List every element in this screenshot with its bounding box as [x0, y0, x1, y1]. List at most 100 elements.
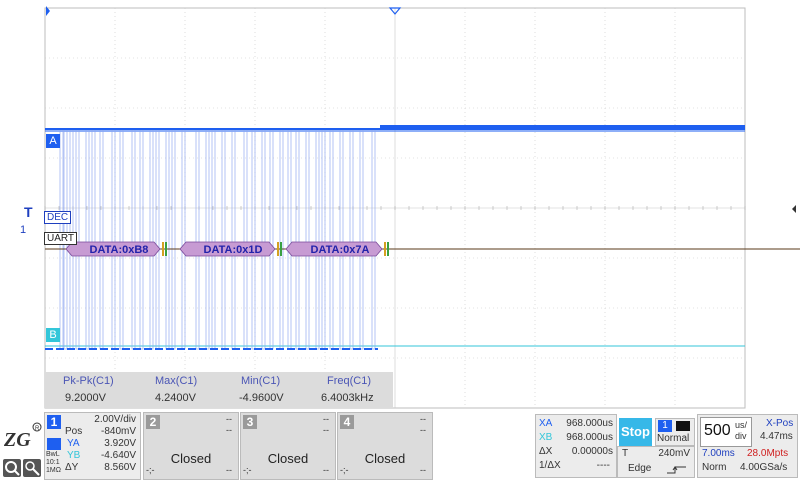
oscilloscope-screen: A B T 1 DEC UART DATA:0xB8 DATA:0x1D DAT…	[0, 0, 800, 480]
cursor-inv-label: 1/ΔX	[539, 460, 561, 471]
channel3-dash: --	[323, 425, 329, 435]
timebase-unit-top: us/	[735, 420, 748, 430]
cursor-dx: 0.00000s	[571, 446, 613, 457]
uart-label: UART	[44, 232, 78, 245]
channel4-panel[interactable]: 4 -- -- Closed -;- --	[337, 412, 433, 480]
channel1-ya-label: YA	[67, 438, 80, 449]
trigger-mode: Normal	[657, 433, 690, 444]
measurement-label-pkpk: Pk-Pk(C1)	[63, 375, 114, 387]
decode-parity-mark	[162, 242, 164, 256]
timebase-box[interactable]: 500 us/ div	[700, 417, 752, 447]
measurement-label-max: Max(C1)	[155, 375, 198, 387]
channel1-coupling-icon	[47, 438, 61, 450]
zlg-logo: ZG R	[2, 418, 42, 454]
trigger-type-label: T	[622, 448, 629, 459]
channel3-dash: -;-	[243, 465, 252, 475]
cursor-xb-label: XB	[539, 432, 553, 443]
svg-text:R: R	[35, 426, 40, 432]
measurement-value-freq: 6.4003kHz	[321, 392, 374, 404]
search-button[interactable]	[23, 459, 41, 477]
channel1-dy-label: ΔY	[65, 462, 79, 473]
cursor-xa: 968.000us	[566, 418, 613, 429]
channel1-ground-marker[interactable]: 1	[20, 224, 26, 236]
cursor-xb: 968.000us	[566, 432, 613, 443]
decode-parity-mark	[277, 242, 279, 256]
channel1-scale: 2.00V/div	[94, 414, 136, 425]
channel2-status: Closed	[170, 451, 212, 466]
run-stop-button[interactable]: Stop	[619, 418, 652, 446]
decode-packet-label: DATA:0xB8	[89, 244, 149, 256]
channel1-ya: 3.920V	[104, 438, 136, 449]
channel1-pos: -840mV	[100, 426, 136, 437]
time-window: 7.00ms	[702, 448, 735, 459]
decode-stop-mark	[387, 242, 389, 256]
channel-a-marker[interactable]: A	[46, 134, 60, 148]
decode-packet-label: DATA:0x7A	[310, 244, 370, 256]
waveform-display[interactable]	[0, 0, 800, 410]
channel2-dash: -;-	[146, 465, 155, 475]
search-wave-icon	[25, 461, 40, 476]
channel1-probe: 10:1	[46, 459, 60, 466]
channel2-panel[interactable]: 2 -- -- Closed -;- --	[143, 412, 239, 480]
timebase-panel[interactable]: 500 us/ div X-Pos 4.47ms 7.00ms 28.0Mpts…	[697, 414, 798, 478]
memory-depth: 28.0Mpts	[747, 448, 789, 459]
trigger-coupling-icon	[676, 421, 690, 431]
zoom-button[interactable]	[3, 459, 21, 477]
dec-label: DEC	[44, 211, 72, 224]
timebase-unit-bottom: div	[735, 431, 747, 441]
channel1-number: 1	[47, 415, 61, 429]
channel2-dash: --	[226, 425, 232, 435]
measurement-bar[interactable]: Pk-Pk(C1) 9.2000V Max(C1) 4.2400V Min(C1…	[45, 372, 393, 408]
logo-mark-icon: ZG R	[3, 422, 42, 451]
measurement-value-min: -4.9600V	[239, 392, 284, 404]
channel4-dash: --	[420, 465, 426, 475]
cursor-dx-label: ΔX	[539, 446, 553, 457]
measurement-value-pkpk: 9.2000V	[65, 392, 106, 404]
channel1-bandwidth: BwL	[46, 451, 60, 458]
measurement-label-freq: Freq(C1)	[327, 375, 372, 387]
trigger-panel[interactable]: T 240mV Edge	[617, 446, 695, 478]
xpos-label: X-Pos	[766, 418, 794, 429]
decode-packet-label: DATA:0x1D	[203, 244, 263, 256]
trigger-level-marker[interactable]: T	[24, 204, 33, 220]
channel3-panel[interactable]: 3 -- -- Closed -;- --	[240, 412, 336, 480]
trigger-source-box[interactable]: 1 Normal	[655, 418, 695, 446]
run-state: Stop	[621, 424, 650, 439]
acquisition-mode: Norm	[702, 462, 727, 473]
decode-stop-mark	[165, 242, 167, 256]
channel1-panel[interactable]: 1 2.00V/div Pos -840mV YA 3.920V YB -4.6…	[44, 412, 141, 480]
trigger-kind: Edge	[628, 463, 652, 474]
channel2-dash: --	[226, 414, 232, 424]
magnifier-icon	[5, 461, 20, 476]
cursor-xa-label: XA	[539, 418, 553, 429]
channel2-number: 2	[146, 415, 160, 429]
measurement-value-max: 4.2400V	[155, 392, 196, 404]
channel-b-marker[interactable]: B	[46, 328, 60, 342]
right-scroll-marker	[792, 205, 796, 213]
timebase-value: 500	[704, 422, 731, 439]
channel3-dash: --	[323, 414, 329, 424]
trigger-source: 1	[658, 420, 672, 432]
channel1-dy: 8.560V	[104, 462, 136, 473]
channel3-number: 3	[243, 415, 257, 429]
channel1-yb-label: YB	[67, 450, 81, 461]
channel3-dash: --	[323, 465, 329, 475]
cursor-panel[interactable]: XA 968.000us XB 968.000us ΔX 0.00000s 1/…	[535, 414, 617, 478]
channel4-status: Closed	[364, 451, 406, 466]
cursor-inv: ----	[596, 460, 610, 471]
graticule-grid	[44, 6, 796, 409]
channel4-dash: --	[420, 425, 426, 435]
channel4-number: 4	[340, 415, 354, 429]
channel1-impedance: 1MΩ	[46, 467, 61, 474]
channel2-dash: --	[226, 465, 232, 475]
decode-stop-mark	[280, 242, 282, 256]
rising-edge-icon	[667, 466, 686, 474]
xpos-value: 4.47ms	[760, 431, 793, 442]
svg-text:ZG: ZG	[3, 429, 31, 451]
channel4-dash: -;-	[340, 465, 349, 475]
sample-rate: 4.00GSa/s	[740, 462, 788, 473]
decode-parity-mark	[384, 242, 386, 256]
channel1-yb: -4.640V	[100, 450, 136, 461]
channel4-dash: --	[420, 414, 426, 424]
trigger-level: 240mV	[658, 448, 690, 459]
